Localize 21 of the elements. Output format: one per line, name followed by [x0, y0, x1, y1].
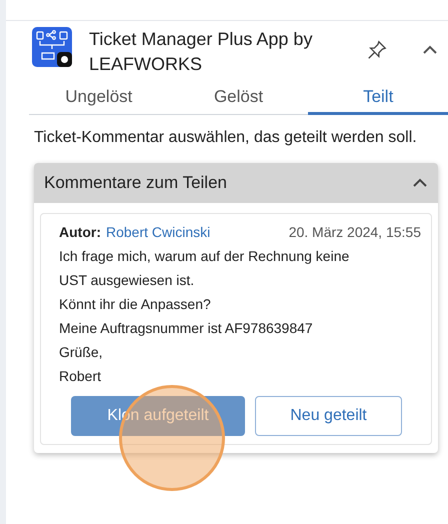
- comment-text: Könnt ihr die Anpassen?: [59, 295, 212, 314]
- comment-text: Grüße,: [59, 343, 104, 362]
- tab[interactable]: Teilt: [308, 81, 448, 115]
- comment-text: Ich frage mich, warum auf der Rechnung keine UST ausgewiesen ist.: [59, 247, 350, 290]
- accordion-title: Kommentare zum Teilen: [44, 172, 227, 194]
- collapse-icon[interactable]: [422, 45, 438, 55]
- tab[interactable]: Ungelöst: [29, 81, 169, 115]
- comment-card[interactable]: [40, 213, 432, 445]
- accordion-header[interactable]: Kommentare zum Teilen: [34, 163, 438, 203]
- pin-icon[interactable]: [366, 39, 388, 61]
- chevron-icon[interactable]: [412, 178, 428, 188]
- comment-text: Meine Auftragsnummer ist AF978639847: [59, 319, 314, 338]
- author-label: Autor:: [59, 223, 101, 242]
- tab[interactable]: Gelöst: [168, 81, 308, 115]
- comment-date: 20. März 2024, 15:55: [288, 223, 421, 242]
- instruction-text: Ticket-Kommentar auswählen, das geteilt werden soll.: [34, 128, 418, 148]
- app-title: Ticket Manager Plus App by LEAFWORKS: [89, 28, 314, 76]
- app-logo-icon: [32, 27, 72, 67]
- comment-text: Robert: [59, 367, 102, 386]
- secondary-button[interactable]: Neu geteilt: [255, 396, 402, 436]
- author-link[interactable]: Robert Cwicinski: [106, 220, 210, 244]
